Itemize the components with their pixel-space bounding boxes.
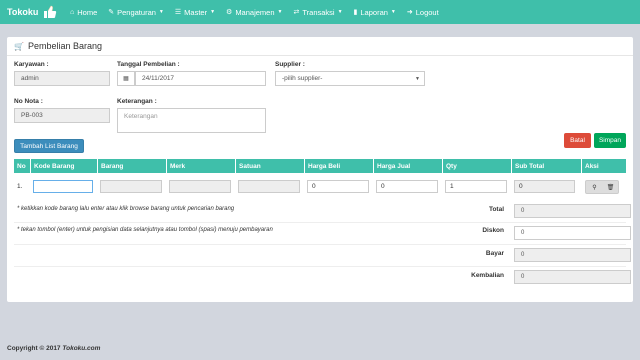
- bayar-label: Bayar: [485, 250, 504, 257]
- caret-down-icon: ▼: [158, 9, 164, 15]
- row-divider: [14, 266, 626, 267]
- nav-manajemen-label: Manajemen: [235, 7, 275, 17]
- batal-button[interactable]: Batal: [564, 133, 591, 148]
- search-icon[interactable]: ⚲: [587, 181, 602, 193]
- trash-icon[interactable]: 🗑: [603, 181, 618, 193]
- karyawan-field[interactable]: admin: [14, 71, 110, 86]
- supplier-selected: -pilih supplier-: [282, 75, 323, 82]
- diskon-label: Diskon: [482, 227, 504, 234]
- footer-site-link[interactable]: Tokoku.com: [62, 345, 100, 352]
- nonota-label: No Nota :: [14, 98, 43, 105]
- keterangan-label: Keterangan :: [117, 98, 157, 105]
- nav-transaksi[interactable]: ⇄ Transaksi ▼: [293, 8, 342, 17]
- kode-barang-input[interactable]: [33, 180, 93, 193]
- nav-home-label: Home: [77, 7, 98, 17]
- nav-logout-label: Logout: [415, 7, 439, 17]
- row-number: 1.: [17, 183, 23, 190]
- barang-input[interactable]: [100, 180, 162, 193]
- subtotal-input[interactable]: 0: [514, 180, 575, 193]
- caret-down-icon: ▼: [337, 9, 343, 15]
- merk-input[interactable]: [169, 180, 231, 193]
- nav-master-label: Master: [184, 7, 208, 17]
- th-harga-beli: Harga Beli: [305, 159, 374, 173]
- signout-icon: ➜: [406, 9, 413, 16]
- th-satuan: Satuan: [236, 159, 305, 173]
- cogs-icon: ⚙: [226, 9, 233, 16]
- tambah-list-barang-button[interactable]: Tambah List Barang: [14, 139, 84, 153]
- brand[interactable]: Tokoku: [0, 5, 70, 19]
- nav-laporan[interactable]: ▮ Laporan ▼: [354, 8, 396, 17]
- th-aksi: Aksi: [585, 162, 599, 170]
- th-barang: Barang: [98, 159, 167, 173]
- qty-input[interactable]: 1: [445, 180, 507, 193]
- nav-master[interactable]: ☰ Master ▼: [175, 8, 215, 17]
- total-label: Total: [488, 206, 504, 213]
- caret-down-icon: ▼: [390, 9, 396, 15]
- book-icon: ▮: [353, 9, 358, 16]
- nav-pengaturan[interactable]: ✎ Pengaturan ▼: [108, 8, 164, 17]
- satuan-input[interactable]: [238, 180, 300, 193]
- bayar-field[interactable]: 0: [514, 248, 631, 262]
- nav-transaksi-label: Transaksi: [302, 7, 335, 17]
- table-header: No Kode Barang Barang Merk Satuan Harga …: [14, 159, 626, 173]
- home-icon: ⌂: [70, 8, 75, 16]
- panel-title-text: Pembelian Barang: [27, 41, 103, 51]
- diskon-field[interactable]: 0: [514, 226, 631, 240]
- nav-logout[interactable]: ➜ Logout: [407, 8, 439, 17]
- nav-home[interactable]: ⌂ Home: [70, 8, 97, 17]
- aksi-button-group: ⚲ 🗑: [585, 180, 619, 194]
- supplier-select[interactable]: -pilih supplier- ▼: [275, 71, 425, 86]
- thumbs-up-logo-icon: [44, 5, 57, 18]
- cart-icon: 🛒: [14, 41, 24, 51]
- footer-copyright: Copyright © 2017: [7, 345, 61, 352]
- caret-down-icon: ▼: [210, 9, 216, 15]
- note-enter: * tekan tombol (enter) untuk pengisian d…: [17, 227, 273, 233]
- calendar-icon[interactable]: ▦: [117, 71, 135, 86]
- th-kode-barang: Kode Barang: [31, 159, 98, 173]
- nonota-field[interactable]: PB-003: [14, 108, 110, 123]
- wrench-icon: ✎: [108, 9, 115, 16]
- nav-pengaturan-label: Pengaturan: [117, 7, 156, 17]
- tanggal-label: Tanggal Pembelian :: [117, 61, 180, 68]
- kembalian-label: Kembalian: [471, 272, 504, 279]
- exchange-icon: ⇄: [293, 9, 300, 16]
- top-navbar: Tokoku ⌂ Home ✎ Pengaturan ▼ ☰ Master ▼ …: [0, 0, 640, 24]
- chevron-down-icon: ▼: [415, 75, 420, 82]
- kembalian-field[interactable]: 0: [514, 270, 631, 284]
- supplier-label: Supplier :: [275, 61, 305, 68]
- caret-down-icon: ▼: [277, 9, 283, 15]
- simpan-button[interactable]: Simpan: [594, 133, 626, 148]
- footer: Copyright © 2017 Tokoku.com: [7, 345, 100, 352]
- row-divider: [14, 244, 626, 245]
- th-sub-total: Sub Total: [512, 159, 582, 173]
- harga-beli-input[interactable]: 0: [307, 180, 369, 193]
- th-merk: Merk: [167, 159, 236, 173]
- th-harga-jual: Harga Jual: [374, 159, 443, 173]
- list-icon: ☰: [174, 9, 182, 16]
- nav-laporan-label: Laporan: [360, 7, 388, 17]
- nav-manajemen[interactable]: ⚙ Manajemen ▼: [226, 8, 282, 17]
- divider: [7, 55, 633, 56]
- total-field[interactable]: 0: [514, 204, 631, 218]
- panel-title: 🛒 Pembelian Barang: [14, 41, 102, 51]
- main-panel: 🛒 Pembelian Barang Karyawan : admin Tang…: [7, 37, 633, 302]
- karyawan-label: Karyawan :: [14, 61, 49, 68]
- row-divider: [14, 222, 626, 223]
- tanggal-field[interactable]: 24/11/2017: [135, 71, 266, 86]
- keterangan-textarea[interactable]: Keterangan: [117, 108, 266, 133]
- th-no: No: [14, 159, 31, 173]
- th-qty: Qty: [443, 159, 512, 173]
- note-kode-barang: * ketikkan kode barang lalu enter atau k…: [17, 206, 235, 212]
- brand-name: Tokoku: [7, 7, 39, 17]
- harga-jual-input[interactable]: 0: [376, 180, 438, 193]
